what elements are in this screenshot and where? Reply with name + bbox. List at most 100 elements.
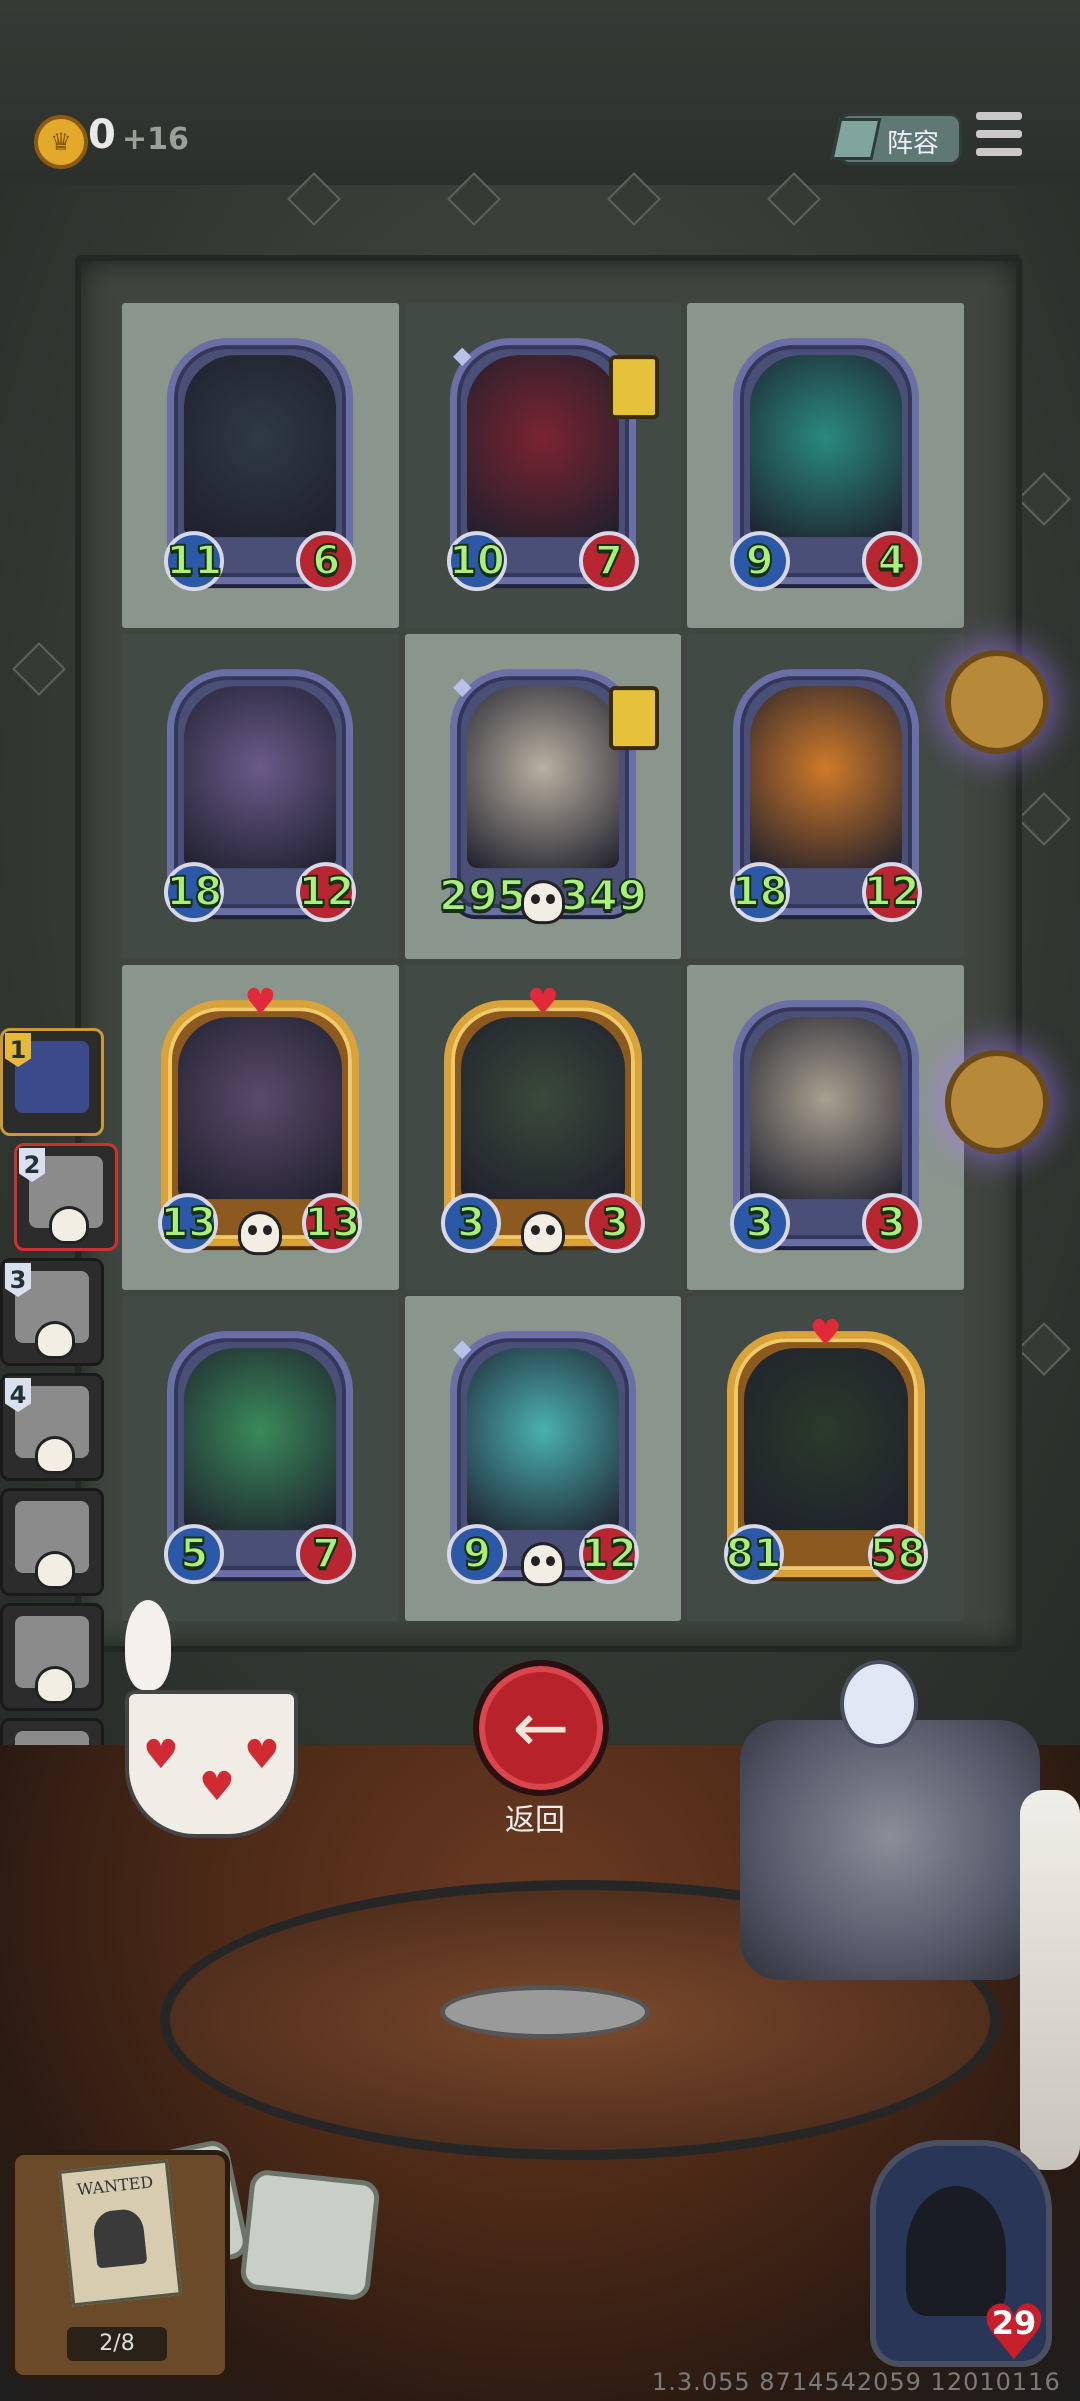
minion-card-green-ghosts[interactable]: 57 — [164, 1330, 357, 1584]
menu-icon-line — [976, 148, 1022, 156]
attack-value: 3 — [440, 1192, 501, 1253]
attack-value: 18 — [164, 861, 225, 922]
board-cell[interactable]: ♥ 81 58 — [687, 1296, 964, 1621]
minion-card-pumpkin-mummy[interactable]: 18 12 — [729, 668, 922, 922]
board-cell[interactable]: ◆ 295 349 — [404, 634, 682, 959]
health-value: 4 — [861, 530, 922, 591]
board-cell[interactable]: 11 6 — [122, 303, 399, 628]
gem-icon: ◆ — [452, 671, 472, 700]
minion-art — [184, 1347, 337, 1530]
pocket-watch-icon[interactable] — [945, 650, 1049, 754]
health-value: 3 — [584, 1192, 645, 1253]
heart-icon: ♥ — [244, 1732, 280, 1778]
skull-icon — [35, 1436, 75, 1474]
minion-card-old-scribe[interactable]: 33 — [729, 999, 922, 1253]
hero-girl-avatar — [840, 1660, 918, 1748]
gem-icon: ◆ — [452, 1333, 472, 1362]
board-cell[interactable]: ♥ 13 13 — [122, 965, 399, 1290]
roster-slot[interactable]: 3 — [0, 1258, 104, 1366]
minion-card-green-fire-beast[interactable]: ♥ 81 58 — [723, 1315, 928, 1584]
team-button[interactable]: 阵容 — [830, 113, 962, 165]
pocket-watch-icon[interactable] — [945, 1050, 1049, 1154]
chess-piece — [1020, 1790, 1080, 2170]
board-cell[interactable]: 94 — [687, 303, 964, 628]
roster-slot[interactable]: 2 — [14, 1143, 118, 1251]
rabbit-figure — [125, 1600, 171, 1690]
attack-value: 3 — [729, 1192, 790, 1253]
board-cell[interactable]: ◆ 10 7 — [404, 303, 682, 628]
player-health: 29 — [991, 2304, 1037, 2342]
skull-icon — [49, 1206, 89, 1244]
attack-value: 81 — [723, 1523, 784, 1584]
wanted-board[interactable]: WANTED 2/8 — [10, 2150, 230, 2380]
attack-value: 11 — [164, 530, 225, 591]
board-cell[interactable]: 33 — [687, 965, 964, 1290]
minion-card-bone-dragon[interactable]: ◆ 295 349 — [438, 668, 659, 924]
gem-icon: ◆ — [452, 340, 472, 369]
minion-board: 11 6 ◆ 10 7 9 4 18 12 ◆ 295 349 18 12 ♥ 13 13 ♥ 3 3 3 3 5 7 ◆ 9 12… — [122, 303, 964, 1621]
attack-value: 9 — [446, 1523, 507, 1584]
gold-coin-icon: ♛ — [34, 115, 88, 169]
minion-card-ghost-spirit[interactable]: 94 — [729, 337, 922, 591]
skull-icon — [35, 1321, 75, 1359]
back-button[interactable]: ← — [473, 1660, 609, 1796]
dice — [239, 2168, 381, 2302]
wanted-label: WANTED — [76, 2172, 155, 2200]
minion-card-cyan-brute[interactable]: ◆ 9 12 — [446, 1330, 639, 1586]
roster-slot[interactable] — [0, 1603, 104, 1711]
lantern-icon — [608, 354, 659, 419]
minion-card-hooded-skull-necromancer[interactable]: 11 6 — [164, 337, 357, 591]
version-text: 1.3.055 8714542059 12010116 — [652, 2368, 1061, 2396]
minion-art — [466, 354, 619, 537]
skull-icon — [520, 1541, 565, 1586]
wanted-count: 2/8 — [67, 2327, 167, 2361]
health-value: 6 — [296, 530, 357, 591]
minion-art — [184, 354, 337, 537]
golden-heart-icon: ♥ — [809, 1312, 842, 1354]
gold-income: +16 — [122, 122, 189, 157]
minion-card-jester-clown[interactable]: ◆ 10 7 — [446, 337, 659, 591]
menu-icon-line — [976, 130, 1022, 138]
board-cell[interactable]: 18 12 — [122, 634, 399, 959]
roster-slot[interactable] — [0, 1488, 104, 1596]
team-button-label: 阵容 — [887, 129, 940, 159]
skull-icon — [520, 879, 565, 924]
attack-value: 18 — [729, 861, 790, 922]
board-cell[interactable]: ♥ 3 3 — [404, 965, 682, 1290]
board-cell[interactable]: 57 — [122, 1296, 399, 1621]
minion-card-purple-dragon[interactable]: 18 12 — [164, 668, 357, 922]
board-cell[interactable]: ◆ 9 12 — [404, 1296, 682, 1621]
lantern-icon — [608, 685, 659, 750]
minion-card-stitched-golem[interactable]: ♥ 13 13 — [158, 984, 363, 1255]
attack-value: 295 — [438, 870, 528, 921]
health-value: 12 — [296, 861, 357, 922]
health-value: 13 — [302, 1192, 363, 1253]
health-value: 12 — [578, 1523, 639, 1584]
heart-icon: ♥ — [199, 1764, 235, 1810]
board-cell[interactable]: 18 12 — [687, 634, 964, 959]
skull-icon — [238, 1210, 283, 1255]
heart-icon: ♥ — [143, 1732, 179, 1778]
roster-slot[interactable]: 4 — [0, 1373, 104, 1481]
menu-icon — [976, 112, 1022, 120]
health-value: 349 — [558, 870, 648, 921]
gold-amount: 0 — [88, 112, 116, 158]
teacup: ♥ ♥ ♥ — [125, 1690, 298, 1838]
roster-slot[interactable]: 1 — [0, 1028, 104, 1136]
health-value: 58 — [867, 1523, 928, 1584]
minion-art — [460, 1016, 625, 1199]
back-button-label: 返回 — [505, 1803, 565, 1838]
minion-art — [749, 685, 902, 868]
skull-icon — [520, 1210, 565, 1255]
table-center-plate — [440, 1985, 650, 2039]
skull-icon — [35, 1666, 75, 1704]
back-arrow-icon: ← — [512, 1688, 570, 1768]
wanted-silhouette — [91, 2207, 148, 2269]
attack-value: 9 — [729, 530, 790, 591]
wanted-poster: WANTED — [58, 2159, 182, 2307]
minion-card-tentacle-chest[interactable]: ♥ 3 3 — [440, 984, 645, 1255]
attack-value: 10 — [446, 530, 507, 591]
minion-art — [743, 1347, 908, 1530]
menu-button[interactable] — [970, 108, 1030, 164]
golden-heart-icon: ♥ — [244, 981, 277, 1023]
